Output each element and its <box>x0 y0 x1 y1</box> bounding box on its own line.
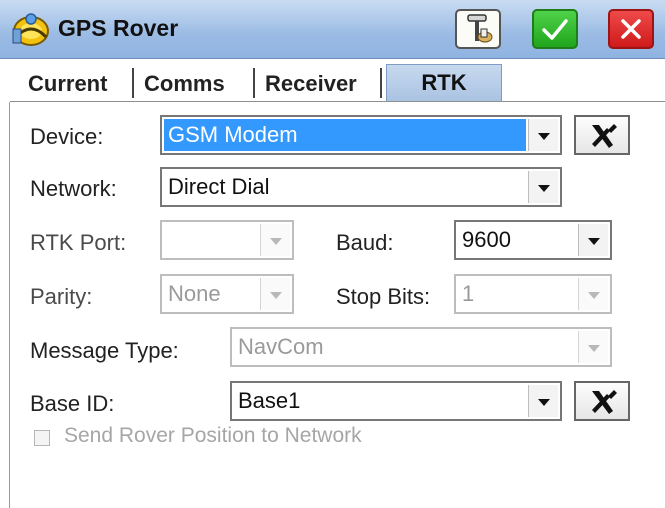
message-type-label: Message Type: <box>30 338 179 363</box>
send-rover-position-checkbox[interactable] <box>34 430 50 446</box>
chevron-down-icon <box>578 278 608 310</box>
device-label: Device: <box>30 124 104 149</box>
rtk-port-select[interactable] <box>160 220 294 260</box>
tab-receiver[interactable]: Receiver <box>259 66 363 101</box>
device-value: GSM Modem <box>168 122 298 147</box>
chevron-down-icon[interactable] <box>528 385 558 417</box>
baud-select[interactable]: 9600 <box>454 220 612 260</box>
send-rover-position-label: Send Rover Position to Network <box>64 424 362 447</box>
tab-separator <box>132 68 134 98</box>
receiver-button[interactable] <box>455 9 501 49</box>
message-type-select[interactable]: NavCom <box>230 327 612 367</box>
close-icon <box>621 19 641 39</box>
message-type-value: NavCom <box>238 334 324 359</box>
ok-button[interactable] <box>532 9 578 49</box>
stop-bits-label: Stop Bits: <box>336 284 431 309</box>
gps-receiver-icon <box>467 14 493 43</box>
network-label: Network: <box>30 176 117 201</box>
chevron-down-icon[interactable] <box>578 224 608 256</box>
network-select[interactable]: Direct Dial <box>160 167 562 207</box>
chevron-down-icon <box>260 278 290 310</box>
network-value: Direct Dial <box>168 174 270 199</box>
device-select[interactable]: GSM Modem <box>160 115 562 155</box>
tab-separator <box>380 68 382 98</box>
chevron-down-icon[interactable] <box>528 119 558 151</box>
window-title: GPS Rover <box>58 15 179 41</box>
chevron-down-icon[interactable] <box>528 171 558 203</box>
tab-strip: Current Comms Receiver RTK <box>10 62 665 102</box>
chevron-down-icon <box>260 224 290 256</box>
checkmark-icon <box>542 19 568 40</box>
stop-bits-select[interactable]: 1 <box>454 274 612 314</box>
base-id-select[interactable]: Base1 <box>230 381 562 421</box>
panel-border <box>9 102 10 508</box>
tab-current[interactable]: Current <box>22 66 114 101</box>
title-bar: GPS Rover <box>0 0 665 59</box>
rtk-port-label: RTK Port: <box>30 230 127 255</box>
device-settings-button[interactable] <box>574 115 630 155</box>
parity-label: Parity: <box>30 284 93 309</box>
gps-rover-app-icon <box>10 9 52 49</box>
tab-rtk[interactable]: RTK <box>386 64 502 102</box>
hammer-wrench-icon <box>592 124 617 148</box>
cancel-button[interactable] <box>608 9 654 49</box>
chevron-down-icon <box>578 331 608 363</box>
base-id-label: Base ID: <box>30 391 115 416</box>
base-id-settings-button[interactable] <box>574 381 630 421</box>
tab-underline <box>10 101 665 102</box>
parity-value: None <box>168 281 221 306</box>
baud-label: Baud: <box>336 230 394 255</box>
base-id-value: Base1 <box>238 388 301 413</box>
tab-separator <box>253 68 255 98</box>
parity-select[interactable]: None <box>160 274 294 314</box>
tab-comms[interactable]: Comms <box>138 66 231 101</box>
baud-value: 9600 <box>462 227 511 252</box>
stop-bits-value: 1 <box>462 281 475 306</box>
hammer-wrench-icon <box>592 390 617 414</box>
